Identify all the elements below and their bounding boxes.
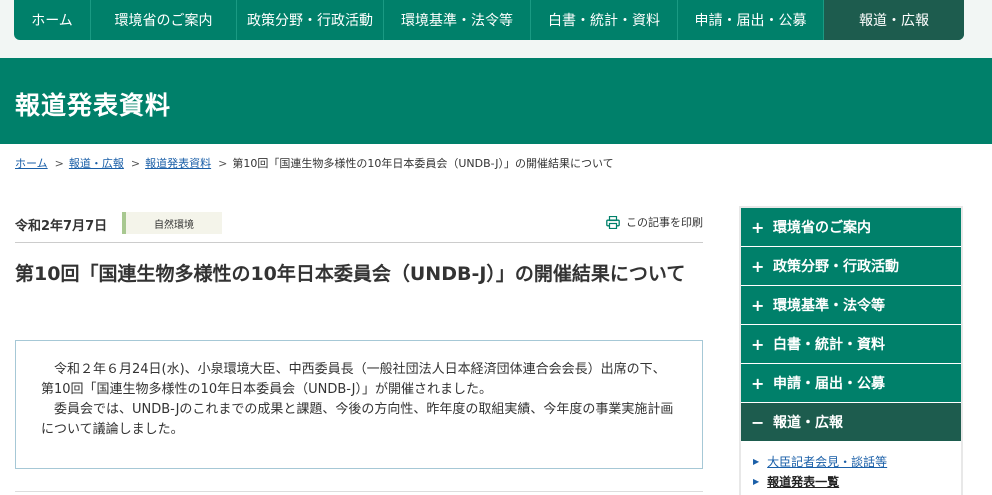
sidebar-item-label: 政策分野・行政活動 (773, 259, 899, 275)
summary-paragraph: 令和２年６月24日(水)、小泉環境大臣、中西委員長（一般社団法人日本経済団体連合… (41, 362, 666, 397)
triangle-right-icon: ▶ (753, 477, 760, 486)
summary-box: 令和２年６月24日(水)、小泉環境大臣、中西委員長（一般社団法人日本経済団体連合… (15, 340, 703, 469)
triangle-right-icon: ▶ (753, 457, 760, 466)
nav-item-applications[interactable]: 申請・届出・公募 (678, 0, 824, 40)
sidebar-item-label: 環境基準・法令等 (773, 298, 885, 314)
plus-icon: + (751, 334, 765, 354)
divider (15, 491, 703, 492)
sidebar-subitem-link[interactable]: 大臣記者会見・談話等 (767, 452, 887, 472)
breadcrumb-separator: > (130, 157, 141, 170)
plus-icon: + (751, 217, 765, 237)
page-header: 報道発表資料 (0, 58, 992, 144)
nav-item-about[interactable]: 環境省のご案内 (91, 0, 237, 40)
sidebar-subitem-press-conferences: ▶ 大臣記者会見・談話等 (753, 452, 961, 472)
breadcrumb-separator: > (54, 157, 64, 170)
breadcrumb-separator: > (218, 157, 228, 170)
sidebar-item-standards[interactable]: + 環境基準・法令等 (741, 286, 961, 325)
nav-item-home[interactable]: ホーム (14, 0, 91, 40)
top-navigation-bar: ホーム 環境省のご案内 政策分野・行政活動 環境基準・法令等 白書・統計・資料 … (0, 0, 992, 58)
sidebar-subitem-link[interactable]: 報道発表一覧 (767, 472, 839, 492)
sidebar-nav: + 環境省のご案内 + 政策分野・行政活動 + 環境基準・法令等 + 白書・統計… (739, 206, 963, 495)
nav-item-whitepaper[interactable]: 白書・統計・資料 (531, 0, 678, 40)
summary-paragraph: 委員会では、UNDB-Jのこれまでの成果と課題、今後の方向性、昨年度の取組実績、… (41, 402, 674, 437)
breadcrumb-current: 第10回「国連生物多様性の10年日本委員会（UNDB-J）」の開催結果について (232, 157, 614, 170)
article-date: 令和2年7月7日 (15, 219, 108, 234)
printer-icon (606, 215, 620, 229)
sidebar-sublist: ▶ 大臣記者会見・談話等 ▶ 報道発表一覧 (741, 442, 961, 492)
breadcrumb-link-press-releases[interactable]: 報道発表資料 (145, 157, 211, 170)
minus-icon: − (751, 412, 765, 432)
sidebar-item-label: 白書・統計・資料 (773, 337, 885, 353)
nav-item-policy[interactable]: 政策分野・行政活動 (237, 0, 384, 40)
plus-icon: + (751, 295, 765, 315)
category-tag: 自然環境 (122, 212, 222, 234)
page-title: 報道発表資料 (15, 91, 172, 120)
sidebar-item-applications[interactable]: + 申請・届出・公募 (741, 364, 961, 403)
plus-icon: + (751, 256, 765, 276)
sidebar-item-label: 報道・広報 (773, 415, 843, 431)
sidebar-item-about[interactable]: + 環境省のご案内 (741, 208, 961, 247)
global-nav: ホーム 環境省のご案内 政策分野・行政活動 環境基準・法令等 白書・統計・資料 … (14, 0, 964, 40)
nav-item-standards[interactable]: 環境基準・法令等 (384, 0, 531, 40)
sidebar-item-press[interactable]: − 報道・広報 (741, 403, 961, 442)
plus-icon: + (751, 373, 765, 393)
print-button[interactable]: この記事を印刷 (606, 214, 703, 230)
sidebar-item-label: 環境省のご案内 (773, 220, 871, 236)
sidebar-subitem-press-list: ▶ 報道発表一覧 (753, 472, 961, 492)
breadcrumb: ホーム > 報道・広報 > 報道発表資料 > 第10回「国連生物多様性の10年日本委員会（U… (15, 155, 614, 171)
article-title: 第10回「国連生物多様性の10年日本委員会（UNDB-J）」の開催結果について (15, 263, 686, 285)
sidebar-item-policy[interactable]: + 政策分野・行政活動 (741, 247, 961, 286)
article-meta: 令和2年7月7日 自然環境 この記事を印刷 (15, 212, 703, 236)
divider (15, 242, 703, 243)
nav-item-press[interactable]: 報道・広報 (824, 0, 964, 40)
breadcrumb-link-home[interactable]: ホーム (15, 157, 48, 170)
breadcrumb-link-press[interactable]: 報道・広報 (69, 157, 124, 170)
print-label: この記事を印刷 (626, 216, 703, 229)
sidebar-item-whitepaper[interactable]: + 白書・統計・資料 (741, 325, 961, 364)
sidebar-item-label: 申請・届出・公募 (773, 376, 885, 392)
